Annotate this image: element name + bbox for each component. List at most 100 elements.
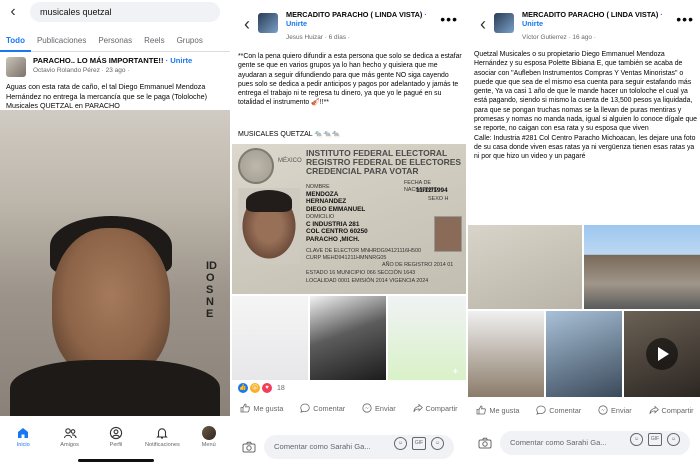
thumbs-up-icon [476, 405, 487, 415]
nav-inicio[interactable]: Inicio [1, 426, 45, 448]
more-photos-indicator: + [452, 366, 458, 376]
gif-icon[interactable]: GIF [412, 437, 426, 450]
like-button[interactable]: Me gusta [476, 405, 519, 415]
post-actions: Me gusta Comentar Enviar Compartir [232, 398, 466, 418]
like-button[interactable]: Me gusta [240, 403, 283, 413]
emoji-icon[interactable]: ☺ [667, 433, 680, 446]
like-label: Me gusta [253, 403, 284, 413]
comment-icon [300, 403, 310, 413]
send-button[interactable]: Enviar [598, 405, 632, 415]
post-text: Aguas con esta rata de caño, el tal Dieg… [6, 82, 207, 110]
thumbnail[interactable] [232, 296, 308, 380]
search-input[interactable]: musicales quetzal [30, 2, 220, 22]
reactions-summary[interactable]: 👍 😮 ♥ 18 [238, 383, 285, 393]
group-name[interactable]: MERCADITO PARACHO ( LINDA VISTA) [522, 10, 658, 19]
nav-menu[interactable]: Menú [187, 426, 230, 448]
comment-extras: ☺ GIF ☺ [394, 437, 444, 450]
post-text: Quetzal Musicales o su propietario Diego… [474, 51, 697, 161]
more-options-icon[interactable]: ••• [440, 11, 458, 27]
nav-label: Notificaciones [144, 442, 180, 448]
nav-amigos[interactable]: Amigos [48, 426, 92, 448]
group-avatar[interactable] [494, 13, 514, 33]
share-label: Compartir [425, 403, 458, 413]
avatar-sticker-icon[interactable]: ☺ [630, 433, 643, 446]
nav-label: Menú [201, 442, 216, 448]
nav-perfil[interactable]: Perfil [94, 426, 138, 448]
share-icon [412, 403, 423, 413]
id-curp: CURP MEHD941211HMNNRG05 [306, 255, 387, 261]
id-card-photo[interactable]: MÉXICO INSTITUTO FEDERAL ELECTORAL REGIS… [232, 144, 466, 294]
more-options-icon[interactable]: ••• [676, 11, 694, 27]
tab-personas[interactable]: Personas [92, 30, 138, 52]
group-avatar[interactable] [258, 13, 278, 33]
comment-button[interactable]: Comentar [300, 403, 345, 413]
home-indicator [78, 459, 154, 462]
id-estado: ESTADO 16 MUNICIPIO 066 SECCIÓN 1643 [306, 270, 416, 276]
post-group-name[interactable]: PARACHO.. LO MÁS IMPORTANTE!! [33, 56, 164, 65]
bell-icon [156, 428, 169, 439]
id-card-thumbnail[interactable] [468, 225, 582, 309]
love-reaction-icon: ♥ [262, 383, 272, 393]
post-header: PARACHO.. LO MÁS IMPORTANTE!! · Unirte O… [6, 55, 226, 77]
post-header: ‹ MERCADITO PARACHO ( LINDA VISTA) · Uni… [232, 0, 466, 44]
thumbs-up-icon [240, 403, 251, 413]
tab-publicaciones[interactable]: Publicaciones [31, 30, 92, 52]
id-clave: CLAVE DE ELECTOR MNHRDG94121116H500 [306, 248, 421, 254]
id-mini-portrait [434, 216, 462, 252]
like-reaction-icon: 👍 [238, 383, 248, 393]
comment-extras: ☺ GIF ☺ [630, 433, 680, 446]
emoji-icon[interactable]: ☺ [431, 437, 444, 450]
search-results-panel: ‹ musicales quetzal Todo Publicaciones P… [0, 0, 232, 466]
id-localidad: LOCALIDAD 0001 EMISIÓN 2014 VIGENCIA 202… [306, 278, 429, 284]
photo-shirt-shape [10, 360, 220, 416]
group-name[interactable]: MERCADITO PARACHO ( LINDA VISTA) [286, 10, 422, 19]
post-author-meta: Octavio Rolando Pérez · 23 ago · [33, 67, 130, 74]
thumbnail[interactable] [546, 311, 622, 397]
id-value-domicilio: C INDUSTRIA 281 COL CENTRO 60250 PARACHO… [306, 221, 368, 243]
friends-icon [63, 428, 77, 439]
play-icon[interactable] [646, 338, 678, 370]
group-avatar[interactable] [6, 57, 26, 77]
post-photo[interactable]: ID O S N E [0, 110, 230, 416]
menu-avatar-icon [201, 426, 216, 440]
id-header-3: CREDENCIAL PARA VOTAR [306, 166, 419, 176]
video-thumbnail[interactable] [624, 311, 700, 397]
send-label: Enviar [611, 405, 632, 415]
photo-grid [468, 225, 700, 397]
thumbnail[interactable] [310, 296, 386, 380]
send-label: Enviar [375, 403, 396, 413]
wow-reaction-icon: 😮 [250, 383, 260, 393]
id-label-nombre: NOMBRE [306, 184, 330, 190]
camera-icon[interactable] [478, 437, 492, 449]
gif-icon[interactable]: GIF [648, 433, 662, 446]
back-arrow-icon[interactable]: ‹ [238, 14, 256, 35]
back-arrow-icon[interactable]: ‹ [4, 3, 22, 21]
camera-icon[interactable] [242, 441, 256, 453]
photo-thumbnails: + [232, 296, 466, 380]
photo-face-shape [52, 228, 170, 378]
tab-reels[interactable]: Reels [138, 30, 170, 52]
avatar-sticker-icon[interactable]: ☺ [394, 437, 407, 450]
share-button[interactable]: Compartir [412, 403, 458, 413]
post-header: ‹ MERCADITO PARACHO ( LINDA VISTA) · Uni… [468, 0, 700, 44]
back-arrow-icon[interactable]: ‹ [474, 14, 492, 35]
id-portrait [238, 188, 300, 264]
home-icon [18, 428, 29, 438]
share-label: Compartir [661, 405, 694, 415]
group-post-panel-2: ‹ MERCADITO PARACHO ( LINDA VISTA) · Uni… [466, 0, 700, 466]
thumbnail[interactable] [468, 311, 544, 397]
send-button[interactable]: Enviar [362, 403, 396, 413]
screenshot-collage: ‹ musicales quetzal Todo Publicaciones P… [0, 0, 700, 466]
post-author-meta: Víctor Gutierrez · 16 ago · [522, 34, 596, 41]
search-tabs: Todo Publicaciones Personas Reels Grupos [0, 30, 230, 52]
join-link[interactable]: · Unirte [166, 56, 193, 65]
tab-grupos[interactable]: Grupos [171, 30, 209, 52]
messenger-icon [598, 405, 608, 415]
seal-icon [238, 148, 274, 184]
house-photo-thumbnail[interactable] [584, 225, 700, 309]
nav-notificaciones[interactable]: Notificaciones [140, 426, 184, 448]
share-button[interactable]: Compartir [648, 405, 694, 415]
tab-todo[interactable]: Todo [0, 30, 31, 52]
comment-button[interactable]: Comentar [536, 405, 581, 415]
thumbnail[interactable]: + [388, 296, 466, 380]
